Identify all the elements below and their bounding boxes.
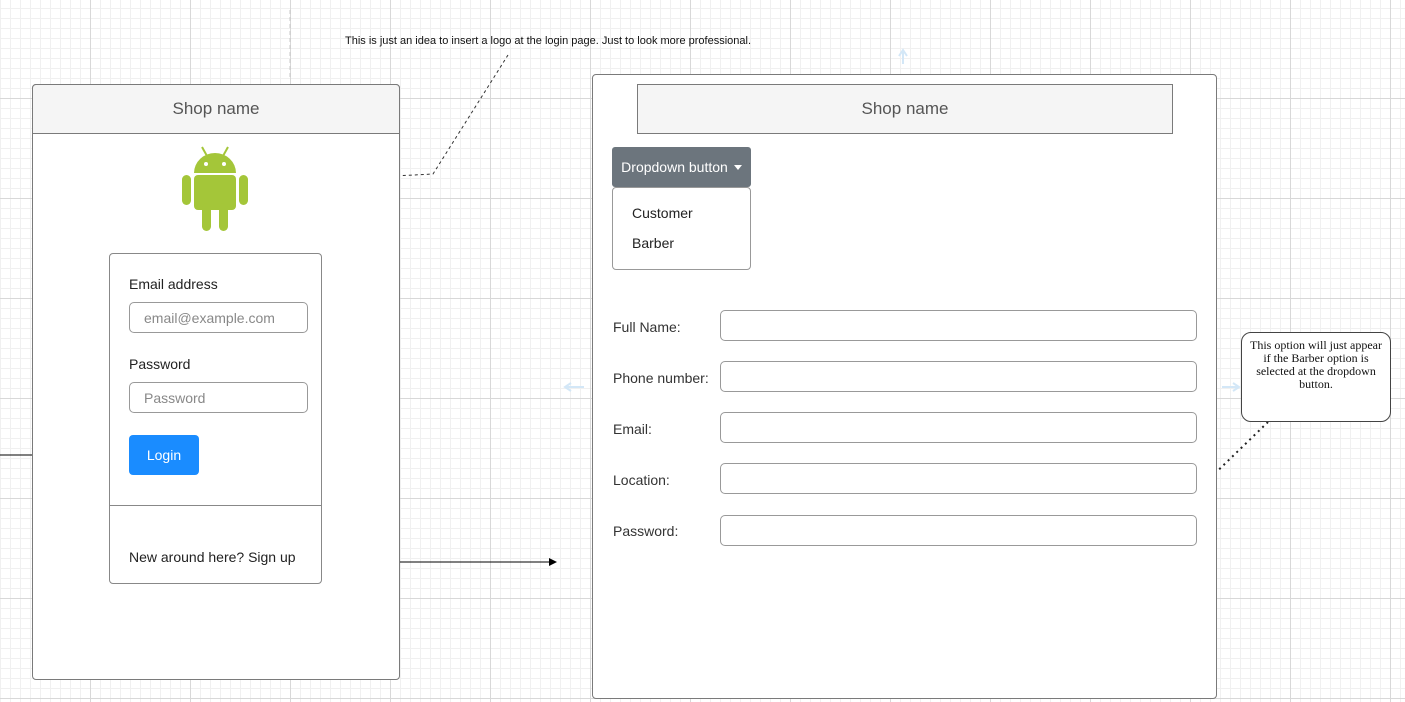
login-header-title: Shop name bbox=[172, 99, 260, 118]
signup-header-title: Shop name bbox=[861, 99, 949, 118]
password-input[interactable] bbox=[129, 382, 308, 413]
password-label: Password bbox=[129, 356, 191, 372]
android-icon bbox=[182, 146, 248, 231]
login-button[interactable]: Login bbox=[129, 435, 199, 475]
login-card-divider bbox=[109, 505, 322, 506]
login-button-label: Login bbox=[146, 447, 182, 463]
phone-number-label: Phone number: bbox=[613, 370, 709, 386]
faint-arrow-up bbox=[898, 48, 908, 64]
dropdown-button-label: Dropdown button bbox=[621, 159, 728, 175]
email-field-label: Email: bbox=[613, 421, 652, 437]
dropdown-option-customer[interactable]: Customer bbox=[632, 205, 693, 221]
signup-link[interactable]: New around here? Sign up bbox=[129, 549, 296, 565]
logo-note-text: This is just an idea to insert a logo at… bbox=[345, 35, 752, 47]
full-name-input[interactable] bbox=[720, 310, 1197, 341]
dropdown-option-barber[interactable]: Barber bbox=[632, 235, 674, 251]
login-header: Shop name bbox=[32, 84, 400, 134]
faint-arrow-left bbox=[563, 382, 584, 392]
email-input[interactable] bbox=[129, 302, 308, 333]
dropdown-button[interactable]: Dropdown button bbox=[612, 147, 751, 187]
signup-password-input[interactable] bbox=[720, 515, 1197, 546]
barber-note-callout: This option will just appear if the Barb… bbox=[1241, 332, 1391, 422]
email-field[interactable] bbox=[720, 412, 1197, 443]
location-input[interactable] bbox=[720, 463, 1197, 494]
signup-password-label: Password: bbox=[613, 523, 679, 539]
signup-header: Shop name bbox=[637, 84, 1173, 134]
barber-note-text: This option will just appear if the Barb… bbox=[1250, 338, 1382, 391]
phone-number-input[interactable] bbox=[720, 361, 1197, 392]
dropdown-menu bbox=[612, 187, 751, 270]
full-name-label: Full Name: bbox=[613, 319, 681, 335]
faint-arrow-right bbox=[1222, 382, 1241, 392]
location-label: Location: bbox=[613, 472, 670, 488]
email-label: Email address bbox=[129, 276, 218, 292]
caret-down-icon bbox=[733, 164, 742, 170]
